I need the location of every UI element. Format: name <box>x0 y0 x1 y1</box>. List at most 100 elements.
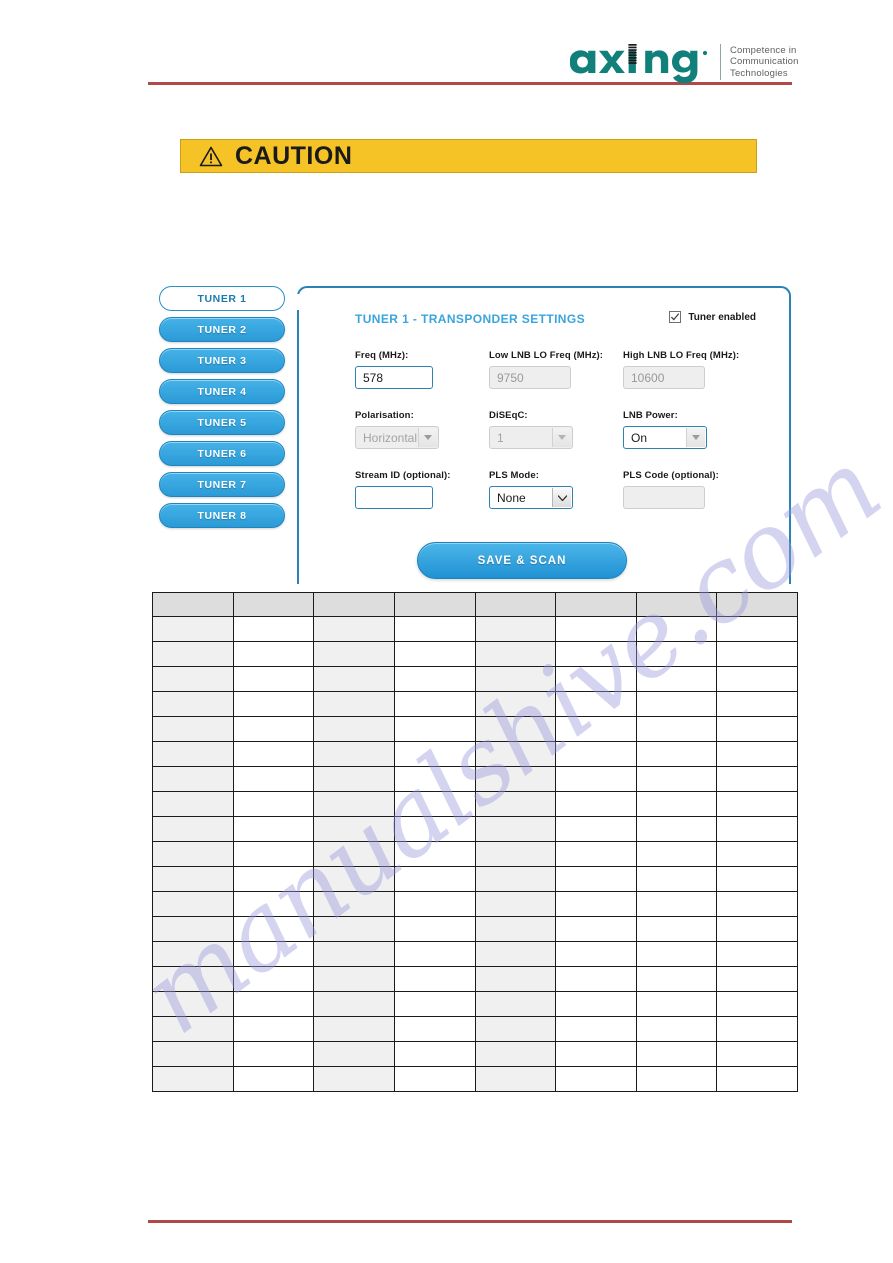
panel-tab-notch <box>297 294 301 310</box>
table-cell <box>474 966 557 992</box>
low-lnb-lo-freq-input[interactable]: 9750 <box>489 366 571 389</box>
table-cell <box>635 1041 718 1067</box>
field-label-polarisation: Polarisation: <box>355 410 414 421</box>
table-cell <box>635 616 718 642</box>
lnb-power-select[interactable]: On <box>623 426 707 449</box>
stream-id-input[interactable] <box>355 486 433 509</box>
table-cell <box>313 791 395 817</box>
checkbox-box[interactable] <box>669 311 682 323</box>
polarisation-select[interactable]: Horizontal <box>355 426 439 449</box>
table-cell <box>232 816 315 842</box>
table-cell <box>635 691 718 717</box>
table-cell <box>474 1041 557 1067</box>
pls-code-input[interactable] <box>623 486 705 509</box>
table-cell <box>555 866 637 892</box>
table-cell <box>232 1066 315 1092</box>
table-cell <box>635 666 718 692</box>
table-row <box>152 766 798 792</box>
field-label-low-lnb: Low LNB LO Freq (MHz): <box>489 350 604 361</box>
table-cell <box>232 1016 315 1042</box>
field-high-lnb: High LNB LO Freq (MHz): 10600 <box>623 350 754 389</box>
sidebar-item-tuner-5[interactable]: TUNER 5 <box>159 410 285 435</box>
table-cell <box>555 966 637 992</box>
field-row-frequency: Freq (MHz): 578 Low LNB LO Freq (MHz): 9… <box>355 350 767 389</box>
table-cell <box>474 741 557 767</box>
chevron-down-icon[interactable] <box>686 428 705 447</box>
table-cell <box>232 916 315 942</box>
table-column-header-1 <box>152 592 234 617</box>
table-cell <box>152 1016 234 1042</box>
sidebar-item-tuner-8[interactable]: TUNER 8 <box>159 503 285 528</box>
field-label-lnb-power: LNB Power: <box>623 410 678 421</box>
field-label-freq: Freq (MHz): <box>355 350 409 361</box>
table-cell <box>555 741 637 767</box>
field-label-stream-id: Stream ID (optional): <box>355 470 451 481</box>
table-cell <box>555 1041 637 1067</box>
table-cell <box>716 791 798 817</box>
diseqc-select[interactable]: 1 <box>489 426 573 449</box>
pls-mode-select[interactable]: None <box>489 486 573 509</box>
tuner-tab-label: TUNER 3 <box>197 354 247 367</box>
table-cell <box>635 916 718 942</box>
tuner-tab-label: TUNER 7 <box>197 478 247 491</box>
table-cell <box>232 866 315 892</box>
table-cell <box>635 741 718 767</box>
table-column-header-4 <box>393 592 476 617</box>
tagline-line-3: Technologies <box>730 67 788 79</box>
table-cell <box>152 941 234 967</box>
table-cell <box>152 741 234 767</box>
table-cell <box>716 766 798 792</box>
chevron-down-icon[interactable] <box>418 428 437 447</box>
save-and-scan-button[interactable]: SAVE & SCAN <box>417 542 627 579</box>
sidebar-item-tuner-1[interactable]: TUNER 1 <box>159 286 285 311</box>
table-column-header-2 <box>232 592 315 617</box>
table-cell <box>635 791 718 817</box>
sidebar-item-tuner-6[interactable]: TUNER 6 <box>159 441 285 466</box>
table-cell <box>716 1016 798 1042</box>
table-cell <box>635 641 718 667</box>
sidebar-item-tuner-2[interactable]: TUNER 2 <box>159 317 285 342</box>
sidebar-item-tuner-4[interactable]: TUNER 4 <box>159 379 285 404</box>
table-cell <box>716 941 798 967</box>
table-cell <box>152 916 234 942</box>
table-cell <box>474 1066 557 1092</box>
table-cell <box>474 791 557 817</box>
table-cell <box>474 716 557 742</box>
high-lnb-lo-freq-input[interactable]: 10600 <box>623 366 705 389</box>
table-cell <box>716 641 798 667</box>
table-header-row <box>152 592 798 617</box>
table-cell <box>393 691 476 717</box>
table-cell <box>635 1016 718 1042</box>
table-cell <box>716 716 798 742</box>
table-row <box>152 1016 798 1042</box>
table-cell <box>393 941 476 967</box>
footer-rule <box>148 1220 792 1223</box>
chevron-down-icon[interactable] <box>552 428 571 447</box>
freq-input[interactable]: 578 <box>355 366 433 389</box>
chevron-down-icon[interactable] <box>552 488 571 507</box>
table-row <box>152 866 798 892</box>
table-cell <box>555 991 637 1017</box>
table-cell <box>716 691 798 717</box>
tuner-enabled-checkbox[interactable]: Tuner enabled <box>669 311 756 323</box>
table-cell <box>716 741 798 767</box>
table-body <box>152 616 798 1092</box>
table-row <box>152 791 798 817</box>
table-cell <box>232 966 315 992</box>
table-cell <box>232 716 315 742</box>
table-cell <box>474 616 557 642</box>
field-label-pls-code: PLS Code (optional): <box>623 470 719 481</box>
settings-field-grid: Freq (MHz): 578 Low LNB LO Freq (MHz): 9… <box>355 350 767 530</box>
table-cell <box>313 716 395 742</box>
table-cell <box>716 966 798 992</box>
table-cell <box>474 641 557 667</box>
table-cell <box>152 816 234 842</box>
sidebar-item-tuner-3[interactable]: TUNER 3 <box>159 348 285 373</box>
table-cell <box>474 1016 557 1042</box>
table-column-header-3 <box>313 592 395 617</box>
table-cell <box>152 841 234 867</box>
table-cell <box>474 941 557 967</box>
table-cell <box>313 741 395 767</box>
table-cell <box>555 1016 637 1042</box>
sidebar-item-tuner-7[interactable]: TUNER 7 <box>159 472 285 497</box>
